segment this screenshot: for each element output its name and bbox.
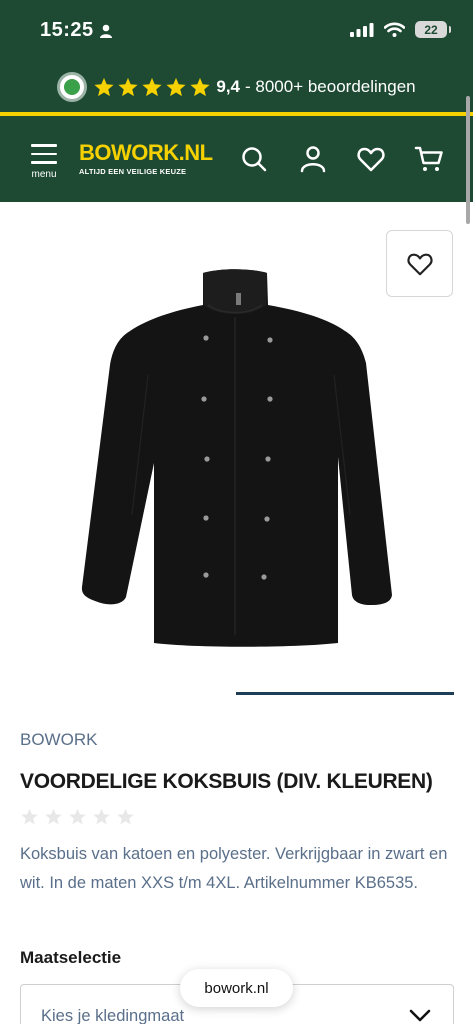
- cart-icon[interactable]: [414, 144, 444, 174]
- star-icon: [142, 77, 162, 96]
- rating-score: 9,4: [216, 77, 240, 96]
- scrollbar[interactable]: [466, 96, 470, 224]
- trust-seal-icon: [57, 72, 88, 102]
- status-time: 15:25: [40, 19, 94, 41]
- logo-title: BOWORK.NL: [79, 140, 213, 165]
- product-image[interactable]: [70, 265, 400, 655]
- hamburger-icon: [28, 144, 60, 164]
- heart-icon: [406, 253, 433, 275]
- star-icon: [21, 808, 38, 825]
- chevron-down-icon: [409, 1009, 431, 1022]
- star-icon: [117, 808, 134, 825]
- star-icon: [166, 77, 186, 96]
- account-icon[interactable]: [298, 144, 328, 174]
- favorite-button[interactable]: [386, 230, 453, 297]
- product-rating-stars[interactable]: [20, 808, 135, 826]
- battery-icon: 22: [415, 21, 451, 38]
- battery-level: 22: [424, 22, 438, 37]
- signal-icon: [350, 22, 374, 37]
- menu-label: menu: [31, 168, 57, 180]
- rating-reviews: - 8000+ beoordelingen: [245, 77, 416, 96]
- logo-subtitle: ALTIJD EEN VEILIGE KEUZE: [79, 167, 187, 176]
- product-description: Koksbuis van katoen en polyester. Verkri…: [20, 845, 448, 892]
- person-icon: [100, 24, 112, 38]
- star-icon: [93, 808, 110, 825]
- browser-url-bar[interactable]: bowork.nl: [180, 969, 293, 1007]
- gallery-indicator[interactable]: [236, 692, 454, 695]
- size-selection-label: Maatselectie: [20, 948, 122, 967]
- heart-icon[interactable]: [356, 144, 386, 174]
- wifi-icon: [384, 22, 405, 37]
- star-icon: [94, 77, 114, 96]
- star-icon: [118, 77, 138, 96]
- star-icon: [190, 77, 210, 96]
- size-select-placeholder: Kies je kledingmaat: [41, 1007, 185, 1024]
- status-bar: 15:25 22: [0, 0, 473, 62]
- star-icon: [45, 808, 62, 825]
- site-header: menu BOWORK.NL ALTIJD EEN VEILIGE KEUZE: [0, 116, 473, 202]
- star-icon: [69, 808, 86, 825]
- rating-banner[interactable]: 9,4 - 8000+ beoordelingen: [0, 62, 473, 112]
- search-icon[interactable]: [239, 144, 269, 174]
- product-title: VOORDELIGE KOKSBUIS (DIV. KLEUREN): [20, 770, 433, 793]
- site-logo[interactable]: BOWORK.NL ALTIJD EEN VEILIGE KEUZE: [79, 140, 213, 177]
- menu-button[interactable]: menu: [28, 144, 60, 180]
- product-brand[interactable]: BOWORK: [20, 730, 97, 750]
- rating-stars: [93, 77, 211, 98]
